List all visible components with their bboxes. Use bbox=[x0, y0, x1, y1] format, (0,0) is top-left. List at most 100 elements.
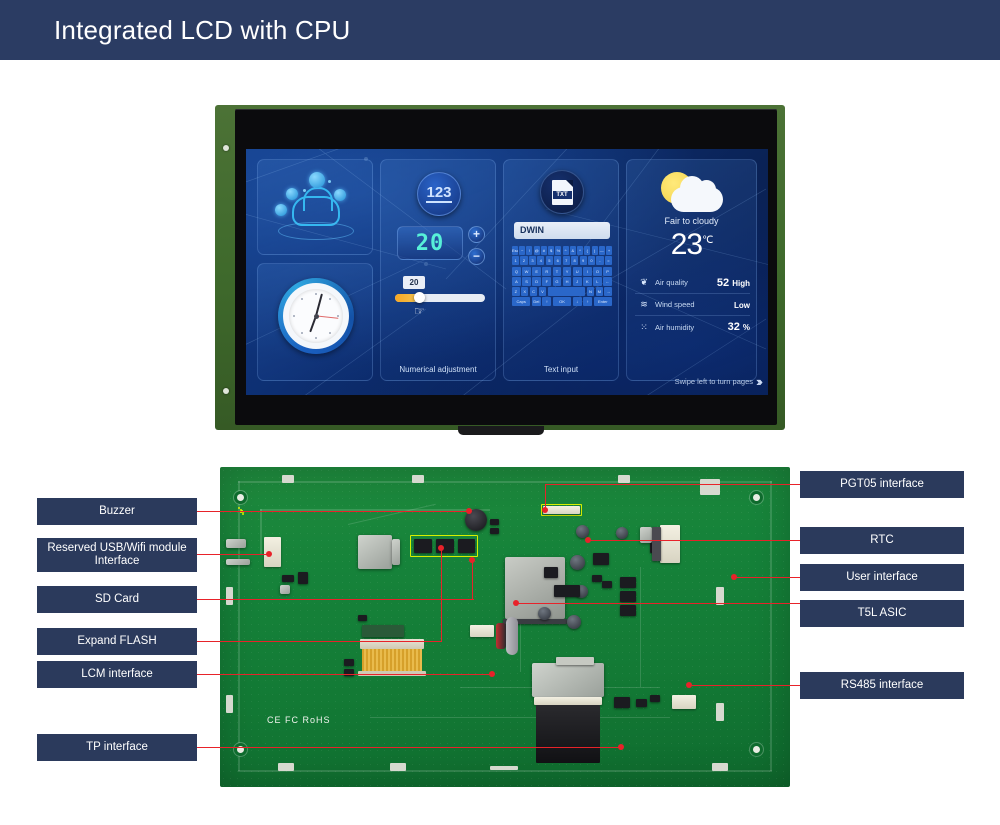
keyboard-key[interactable]: L bbox=[593, 276, 602, 286]
keyboard-key[interactable]: ( bbox=[584, 246, 591, 255]
keyboard-key[interactable]: X bbox=[520, 287, 529, 297]
keyboard-key[interactable]: 0 bbox=[587, 256, 596, 266]
keyboard-key[interactable]: + bbox=[606, 246, 612, 255]
keyboard-key[interactable]: V bbox=[538, 287, 547, 297]
keyboard-row: QWERTYUIOP bbox=[512, 266, 612, 276]
keyboard-key[interactable]: Enter bbox=[593, 297, 612, 307]
keyboard-key[interactable]: ← bbox=[603, 276, 612, 286]
keyboard-key[interactable]: OK bbox=[552, 297, 572, 307]
keyboard-key[interactable]: G bbox=[552, 276, 562, 286]
keyboard-key[interactable]: 4 bbox=[537, 256, 545, 266]
keyboard-key[interactable]: Esc bbox=[512, 246, 518, 255]
slider-knob[interactable] bbox=[414, 292, 425, 303]
keyboard-key[interactable]: ^ bbox=[562, 246, 569, 255]
label-user-interface[interactable]: User interface bbox=[800, 564, 964, 591]
keyboard-key[interactable]: 3 bbox=[528, 256, 537, 266]
numeric-badge[interactable]: 123 bbox=[417, 172, 461, 216]
keyboard-key[interactable]: J bbox=[572, 276, 582, 286]
label-lcm[interactable]: LCM interface bbox=[37, 661, 197, 688]
keyboard-key[interactable]: 2 bbox=[520, 256, 528, 266]
keyboard-key[interactable]: S bbox=[522, 276, 531, 286]
keyboard-key[interactable]: 8 bbox=[571, 256, 579, 266]
keyboard-key[interactable]: P bbox=[603, 266, 612, 276]
label-buzzer[interactable]: Buzzer bbox=[37, 498, 197, 525]
keyboard-key[interactable]: U bbox=[572, 266, 582, 276]
lcd-screen[interactable]: 123 20 + − 20 ☞ Numerical adjustment TXT… bbox=[246, 149, 768, 395]
keyboard-key[interactable]: N bbox=[586, 287, 595, 297]
decrement-button[interactable]: − bbox=[468, 248, 485, 265]
txt-file-badge[interactable]: TXT bbox=[540, 170, 584, 214]
keyboard-key[interactable]: - bbox=[596, 256, 604, 266]
label-pgt05[interactable]: PGT05 interface bbox=[800, 471, 964, 498]
keyboard-key[interactable]: F bbox=[542, 276, 552, 286]
sd-card-socket-latch bbox=[392, 539, 400, 565]
keyboard-key[interactable]: $ bbox=[548, 246, 555, 255]
text-input-field[interactable]: DWIN bbox=[514, 222, 610, 239]
label-usb-wifi[interactable]: Reserved USB/Wifi module Interface bbox=[37, 538, 197, 572]
panel-weather[interactable]: Fair to cloudy 23℃ ❦ Air quality 52 High ≋ W… bbox=[626, 159, 757, 381]
keyboard-key[interactable]: T bbox=[552, 266, 562, 276]
keyboard-key[interactable]: ↑ bbox=[583, 297, 593, 307]
edge-pad bbox=[412, 475, 424, 483]
keyboard-key[interactable]: Q bbox=[512, 266, 521, 276]
label-rs485[interactable]: RS485 interface bbox=[800, 672, 964, 699]
keyboard-key[interactable]: 9 bbox=[579, 256, 587, 266]
keyboard-key[interactable]: 7 bbox=[562, 256, 570, 266]
keyboard-row: 1 2 3 4 5 6 7 8 9 0- = bbox=[512, 256, 612, 266]
keyboard-key[interactable]: I bbox=[582, 266, 592, 276]
label-rtc[interactable]: RTC bbox=[800, 527, 964, 554]
keyboard-key[interactable]: R bbox=[542, 266, 552, 276]
label-t5l-asic[interactable]: T5L ASIC bbox=[800, 600, 964, 627]
keyboard-key[interactable]: ) bbox=[591, 246, 598, 255]
lead-sd-card-v bbox=[472, 560, 474, 600]
label-sd-card-text: SD Card bbox=[94, 593, 140, 605]
keyboard-key[interactable]: W bbox=[522, 266, 531, 276]
keyboard-key[interactable]: D bbox=[532, 276, 542, 286]
keyboard-key[interactable]: ~ bbox=[519, 246, 526, 255]
virtual-keyboard[interactable]: Esc ~! @ # $% ^ & *() — +1 2 3 4 5 6 7 8 9 0- = Q W E R T Y U I O P A S… bbox=[512, 246, 613, 308]
keyboard-key[interactable]: = bbox=[604, 256, 612, 266]
keyboard-key[interactable]: & bbox=[569, 246, 576, 255]
keyboard-key[interactable]: → bbox=[604, 287, 613, 297]
keyboard-key[interactable]: ↓ bbox=[572, 297, 582, 307]
keyboard-key[interactable]: M bbox=[595, 287, 604, 297]
keyboard-key[interactable]: 1 bbox=[512, 256, 520, 266]
keyboard-key[interactable]: Y bbox=[562, 266, 572, 276]
label-sd-card[interactable]: SD Card bbox=[37, 586, 197, 613]
keyboard-key[interactable]: O bbox=[593, 266, 602, 276]
panel-iot-cloud[interactable] bbox=[257, 159, 373, 255]
keyboard-key[interactable]: Z bbox=[512, 287, 520, 297]
keyboard-key[interactable]: * bbox=[577, 246, 584, 255]
panel-text-input[interactable]: TXT DWIN Esc ~! @ # $% ^ & *() — +1 2 3 4 5 6 7 8 9 0- = Q W E… bbox=[503, 159, 619, 381]
panel-numerical-adjustment[interactable]: 123 20 + − 20 ☞ Numerical adjustment bbox=[380, 159, 496, 381]
keyboard-key[interactable]: 5 bbox=[545, 256, 553, 266]
label-rs485-text: RS485 interface bbox=[840, 679, 924, 691]
lead-dot-usb-wifi bbox=[266, 551, 272, 557]
panel-clock[interactable] bbox=[257, 263, 373, 381]
label-tp[interactable]: TP interface bbox=[37, 734, 197, 761]
keyboard-key[interactable]: 6 bbox=[554, 256, 562, 266]
lead-user-interface bbox=[734, 577, 800, 579]
clock-tick bbox=[315, 293, 317, 295]
keyboard-key[interactable]: A bbox=[512, 276, 521, 286]
keyboard-key[interactable]: C bbox=[529, 287, 538, 297]
increment-button[interactable]: + bbox=[468, 226, 485, 243]
keyboard-key[interactable]: ↑ bbox=[542, 297, 552, 307]
temperature-value: 23 bbox=[670, 228, 703, 261]
keyboard-key[interactable]: # bbox=[540, 246, 547, 255]
keyboard-key[interactable] bbox=[547, 287, 586, 297]
keyboard-key[interactable]: ! bbox=[526, 246, 533, 255]
keyboard-key[interactable]: — bbox=[598, 246, 605, 255]
keyboard-key[interactable]: H bbox=[562, 276, 572, 286]
slider-track[interactable]: ☞ bbox=[395, 292, 485, 318]
lead-dot-buzzer bbox=[466, 508, 472, 514]
keyboard-key[interactable]: K bbox=[582, 276, 592, 286]
keyboard-key[interactable]: % bbox=[555, 246, 562, 255]
power-chip bbox=[620, 591, 636, 602]
keyboard-key[interactable]: E bbox=[532, 266, 542, 276]
keyboard-key[interactable]: Del bbox=[531, 297, 541, 307]
keyboard-key[interactable]: Caps Lock bbox=[512, 297, 531, 307]
clock-tick bbox=[301, 298, 303, 300]
keyboard-key[interactable]: @ bbox=[533, 246, 540, 255]
label-expand-flash[interactable]: Expand FLASH bbox=[37, 628, 197, 655]
